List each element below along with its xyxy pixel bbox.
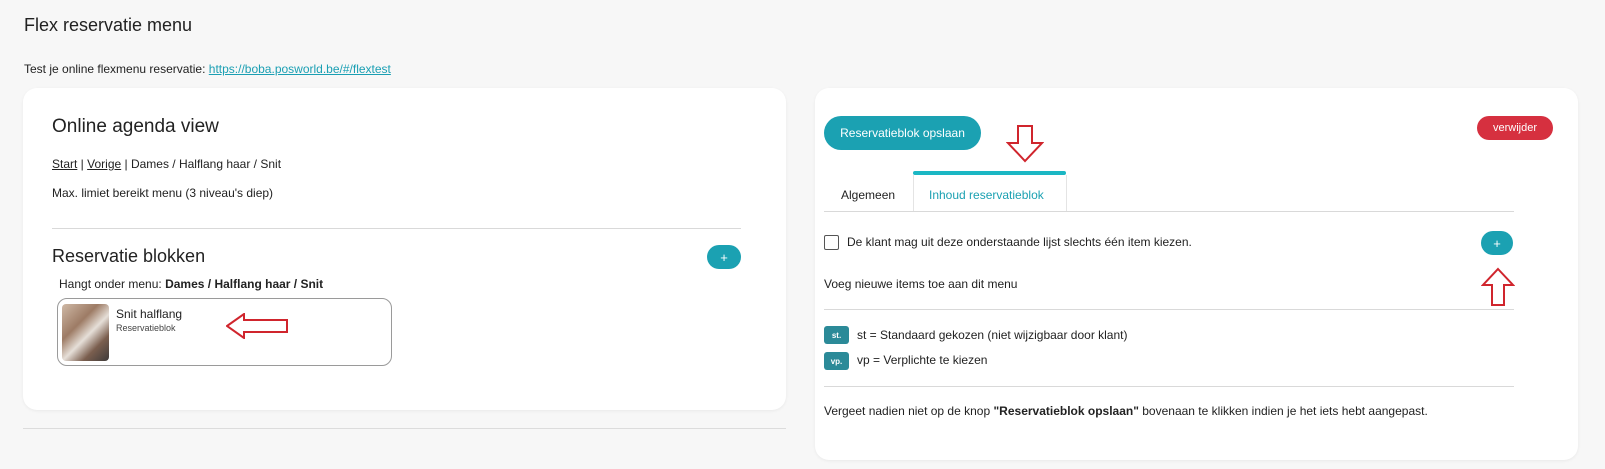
divider [824,386,1514,387]
parent-menu-value: Dames / Halflang haar / Snit [165,277,324,291]
tab-inhoud-reservatieblok[interactable]: Inhoud reservatieblok [929,188,1044,202]
required-legend-text: vp = Verplichte te kiezen [857,353,988,367]
save-reminder: Vergeet nadien niet op de knop "Reservat… [824,404,1428,418]
section-title: Reservatie blokken [52,246,206,266]
breadcrumb: Start | Vorige | Dames / Halflang haar /… [52,157,281,171]
single-choice-checkbox[interactable] [824,235,839,250]
block-name: Snit halflang [116,307,183,321]
add-items-text: Voeg nieuwe items toe aan dit menu [824,277,1018,291]
test-link-label: Test je online flexmenu reservatie: [24,62,209,76]
standard-badge: st. [824,326,849,344]
save-reminder-after: bovenaan te klikken indien je het iets h… [1138,404,1428,418]
single-choice-label: De klant mag uit deze onderstaande lijst… [847,235,1192,249]
block-thumbnail [62,304,109,361]
annotation-arrow-up-icon [1481,267,1515,306]
required-badge: vp. [824,352,849,370]
tabs-divider [824,211,1514,212]
active-tab-indicator [913,171,1066,175]
save-reservation-block-button[interactable]: Reservatieblok opslaan [824,116,981,150]
card-title: Online agenda view [52,116,219,137]
divider [824,309,1514,310]
reservation-block-item[interactable]: Snit halflang Reservatieblok [57,298,392,366]
annotation-arrow-left-icon [226,313,288,339]
page-title: Flex reservatie menu [24,15,193,35]
test-link-line: Test je online flexmenu reservatie: http… [24,62,391,76]
online-agenda-card: Online agenda view Start | Vorige | Dame… [23,88,786,410]
tab-algemeen[interactable]: Algemeen [841,188,895,202]
save-reminder-button-name: "Reservatieblok opslaan" [993,404,1139,418]
breadcrumb-start-link[interactable]: Start [52,157,77,171]
add-item-button[interactable]: + [1481,231,1513,255]
parent-menu-line: Hangt onder menu: Dames / Halflang haar … [59,277,323,291]
block-type: Reservatieblok [116,323,176,333]
flextest-link[interactable]: https://boba.posworld.be/#/flextest [209,62,391,76]
reservation-block-editor: Reservatieblok opslaan verwijder Algemee… [815,88,1578,460]
standard-legend-text: st = Standaard gekozen (niet wijzigbaar … [857,328,1128,342]
divider [52,228,741,229]
annotation-arrow-down-icon [1006,125,1044,163]
left-bottom-divider [23,428,786,429]
breadcrumb-path: | Dames / Halflang haar / Snit [121,157,282,171]
delete-button[interactable]: verwijder [1477,116,1553,140]
save-reminder-before: Vergeet nadien niet op de knop [824,404,994,418]
add-block-button[interactable]: + [707,245,741,269]
breadcrumb-previous-link[interactable]: Vorige [87,157,121,171]
parent-menu-label: Hangt onder menu: [59,277,166,291]
limit-message: Max. limiet bereikt menu (3 niveau's die… [52,186,274,200]
breadcrumb-separator: | [77,157,88,171]
